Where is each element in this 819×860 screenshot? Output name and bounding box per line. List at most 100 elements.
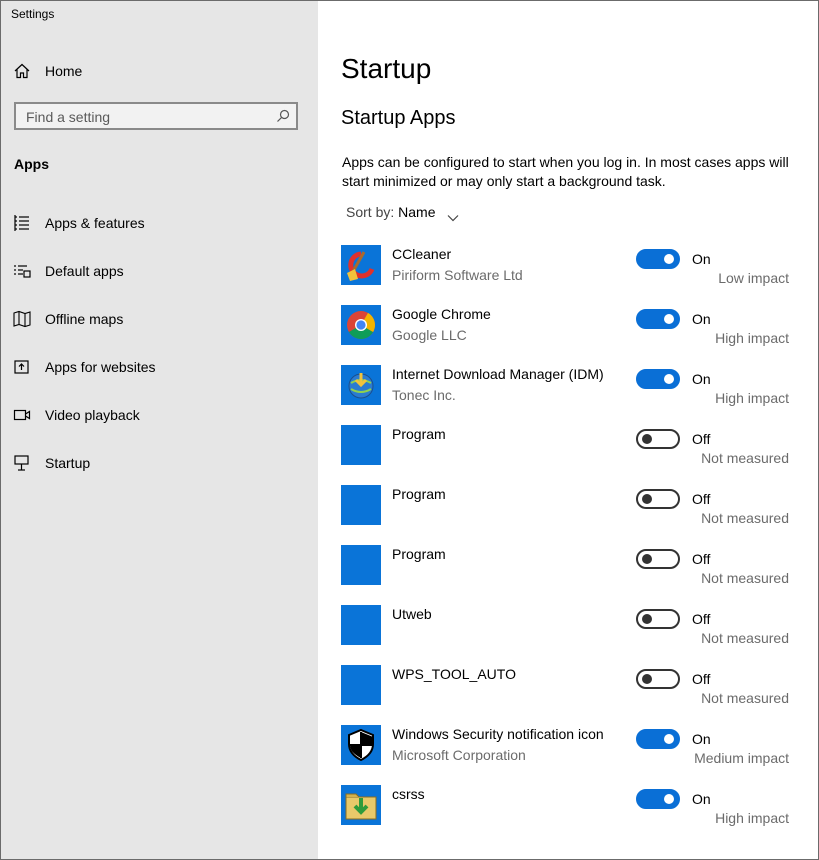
blank-app-icon xyxy=(341,545,381,585)
toggle-state: Off xyxy=(692,671,711,687)
startup-app-row: Internet Download Manager (IDM) Tonec In… xyxy=(341,365,801,425)
app-name: CCleaner xyxy=(392,246,452,262)
settings-window: Settings Home Apps Apps & features Defa xyxy=(0,0,819,860)
toggle-knob xyxy=(664,374,674,384)
app-name: Internet Download Manager (IDM) xyxy=(392,366,604,382)
section-label: Apps xyxy=(14,156,49,172)
sidebar-item-default-apps[interactable]: Default apps xyxy=(1,251,318,291)
toggle-state: On xyxy=(692,311,711,327)
folder-download-icon xyxy=(341,785,381,825)
startup-impact: Not measured xyxy=(701,450,789,466)
sidebar-item-apps-for-websites[interactable]: Apps for websites xyxy=(1,347,318,387)
description-text: Apps can be configured to start when you… xyxy=(342,154,789,189)
app-name: csrss xyxy=(392,786,425,802)
sidebar-item-label: Home xyxy=(45,63,83,79)
blank-app-icon xyxy=(341,485,381,525)
page-title: Startup xyxy=(341,53,432,84)
app-name: Utweb xyxy=(392,606,432,622)
app-name: WPS_TOOL_AUTO xyxy=(392,666,516,682)
sidebar-item-apps-features[interactable]: Apps & features xyxy=(1,203,318,243)
default-apps-icon xyxy=(13,262,31,280)
blank-app-icon xyxy=(341,605,381,645)
app-publisher: Tonec Inc. xyxy=(392,387,456,403)
startup-toggle[interactable] xyxy=(636,669,680,689)
startup-app-row: Utweb Off Not measured xyxy=(341,605,801,665)
main-content: Startup Startup Apps Apps can be configu… xyxy=(318,1,818,859)
window-title: Settings xyxy=(11,7,55,21)
app-publisher: Piriform Software Ltd xyxy=(392,267,523,283)
app-name: Program xyxy=(392,426,446,442)
toggle-state: Off xyxy=(692,491,711,507)
sidebar-item-offline-maps[interactable]: Offline maps xyxy=(1,299,318,339)
startup-impact: Medium impact xyxy=(694,750,789,766)
app-name: Program xyxy=(392,546,446,562)
startup-impact: High impact xyxy=(715,390,789,406)
app-name: Program xyxy=(392,486,446,502)
sort-value: Name xyxy=(398,204,436,220)
search-box[interactable] xyxy=(14,102,298,130)
startup-impact: Not measured xyxy=(701,510,789,526)
blank-app-icon xyxy=(341,425,381,465)
toggle-knob xyxy=(642,554,652,564)
startup-impact: High impact xyxy=(715,330,789,346)
shield-icon xyxy=(341,725,381,765)
chevron-down-icon xyxy=(447,209,459,222)
sidebar-item-label: Offline maps xyxy=(45,311,124,327)
search-input[interactable] xyxy=(24,107,268,127)
startup-impact: Not measured xyxy=(701,690,789,706)
home-icon xyxy=(13,62,31,80)
startup-app-row: Windows Security notification icon Micro… xyxy=(341,725,801,785)
startup-toggle[interactable] xyxy=(636,249,680,269)
toggle-state: On xyxy=(692,251,711,267)
sort-by-dropdown[interactable]: Sort by: Name xyxy=(346,204,459,222)
startup-app-row: Program Off Not measured xyxy=(341,545,801,605)
sidebar-item-label: Apps for websites xyxy=(45,359,156,375)
toggle-state: Off xyxy=(692,611,711,627)
startup-impact: Not measured xyxy=(701,630,789,646)
toggle-knob xyxy=(664,734,674,744)
sidebar: Settings Home Apps Apps & features Defa xyxy=(1,1,318,859)
startup-app-row: Program Off Not measured xyxy=(341,425,801,485)
startup-toggle[interactable] xyxy=(636,729,680,749)
startup-impact: Not measured xyxy=(701,570,789,586)
startup-toggle[interactable] xyxy=(636,429,680,449)
search-icon xyxy=(276,109,290,123)
sidebar-item-label: Video playback xyxy=(45,407,140,423)
toggle-knob xyxy=(642,614,652,624)
idm-icon xyxy=(341,365,381,405)
blank-app-icon xyxy=(341,665,381,705)
map-icon xyxy=(13,310,31,328)
startup-app-row: CCleaner Piriform Software Ltd On Low im… xyxy=(341,245,801,305)
app-publisher: Microsoft Corporation xyxy=(392,747,526,763)
chrome-icon xyxy=(341,305,381,345)
sidebar-item-video-playback[interactable]: Video playback xyxy=(1,395,318,435)
startup-app-row: csrss On High impact xyxy=(341,785,801,845)
video-icon xyxy=(13,406,31,424)
startup-app-row: WPS_TOOL_AUTO Off Not measured xyxy=(341,665,801,725)
toggle-knob xyxy=(642,494,652,504)
startup-toggle[interactable] xyxy=(636,369,680,389)
toggle-state: On xyxy=(692,731,711,747)
list-icon xyxy=(13,214,31,232)
toggle-knob xyxy=(664,794,674,804)
startup-impact: High impact xyxy=(715,810,789,826)
toggle-state: On xyxy=(692,791,711,807)
sidebar-item-startup[interactable]: Startup xyxy=(1,443,318,483)
app-publisher: Google LLC xyxy=(392,327,467,343)
startup-toggle[interactable] xyxy=(636,609,680,629)
toggle-knob xyxy=(642,434,652,444)
toggle-knob xyxy=(664,254,674,264)
sidebar-item-label: Startup xyxy=(45,455,91,471)
startup-toggle[interactable] xyxy=(636,489,680,509)
sidebar-item-home[interactable]: Home xyxy=(1,51,318,91)
startup-impact: Low impact xyxy=(718,270,789,286)
toggle-knob xyxy=(664,314,674,324)
startup-toggle[interactable] xyxy=(636,789,680,809)
toggle-knob xyxy=(642,674,652,684)
app-name: Google Chrome xyxy=(392,306,491,322)
startup-app-row: Google Chrome Google LLC On High impact xyxy=(341,305,801,365)
startup-toggle[interactable] xyxy=(636,309,680,329)
toggle-state: Off xyxy=(692,431,711,447)
sort-label: Sort by: xyxy=(346,204,395,220)
startup-toggle[interactable] xyxy=(636,549,680,569)
